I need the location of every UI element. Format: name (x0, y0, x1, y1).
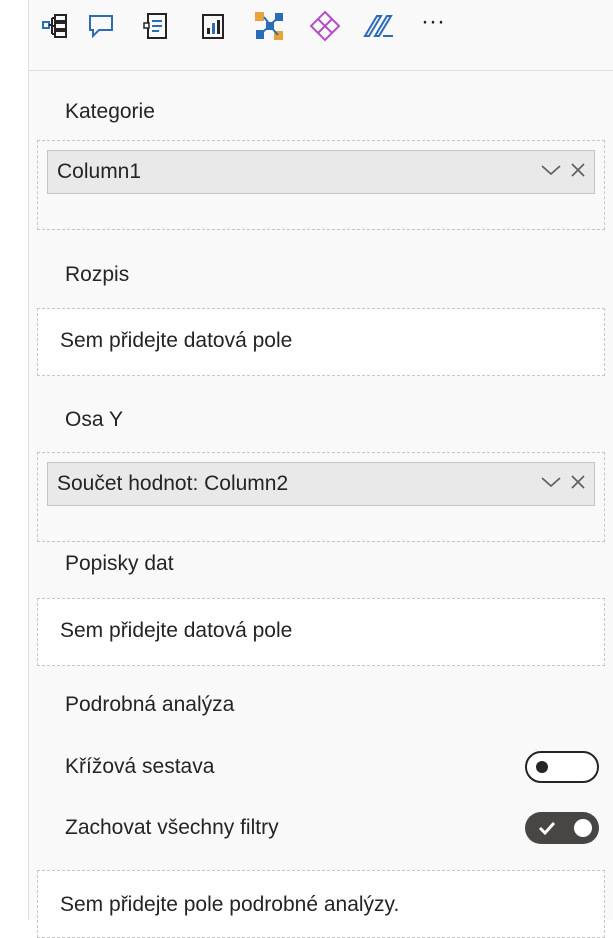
osa-y-well[interactable]: Součet hodnot: Column2 (37, 452, 605, 542)
drillthrough-heading: Podrobná analýza (65, 693, 235, 716)
popisky-dat-well[interactable]: Sem přidejte datová pole (37, 598, 605, 666)
kategorie-field-name: Column1 (57, 160, 142, 183)
popisky-dat-placeholder: Sem přidejte datová pole (60, 619, 293, 642)
cross-report-label: Křížová sestava (65, 755, 215, 778)
canvas-edge (0, 0, 29, 920)
chevron-down-icon[interactable] (540, 163, 562, 182)
toggle-knob (574, 819, 592, 837)
keep-filters-label: Zachovat všechny filtry (65, 816, 279, 839)
chevrons-visual-icon[interactable] (361, 6, 397, 46)
popisky-dat-label: Popisky dat (65, 552, 174, 575)
osa-y-field-name: Součet hodnot: Column2 (57, 472, 289, 495)
toggle-knob (536, 761, 548, 773)
drillthrough-placeholder: Sem přidejte pole podrobné analýzy. (60, 893, 400, 916)
more-options-icon[interactable]: ··· (415, 2, 451, 42)
kategorie-label: Kategorie (65, 100, 155, 123)
speech-bubble-icon[interactable] (83, 6, 119, 46)
kategorie-field-pill[interactable]: Column1 (47, 150, 595, 194)
rozpis-label: Rozpis (65, 263, 130, 286)
hierarchy-icon[interactable] (37, 6, 73, 46)
keep-filters-toggle[interactable] (525, 812, 599, 844)
drillthrough-well[interactable]: Sem přidejte pole podrobné analýzy. (37, 870, 605, 938)
chevron-down-icon[interactable] (540, 475, 562, 494)
osa-y-label: Osa Y (65, 408, 123, 431)
custom-visual-icon[interactable] (251, 6, 287, 46)
remove-field-icon[interactable] (570, 474, 586, 495)
remove-field-icon[interactable] (570, 162, 586, 183)
chart-document-icon[interactable] (195, 6, 231, 46)
checkmark-icon (538, 821, 556, 836)
rozpis-well[interactable]: Sem přidejte datová pole (37, 308, 605, 376)
osa-y-field-pill[interactable]: Součet hodnot: Column2 (47, 462, 595, 506)
cross-report-toggle[interactable] (525, 751, 599, 783)
diamond-visual-icon[interactable] (307, 6, 343, 46)
text-document-icon[interactable] (139, 6, 175, 46)
kategorie-well[interactable]: Column1 (37, 140, 605, 230)
rozpis-placeholder: Sem přidejte datová pole (60, 329, 293, 352)
visual-gallery-toolbar: ··· (29, 0, 613, 71)
visualizations-pane: ··· Kategorie Column1 Rozpis Sem přidejt… (29, 0, 613, 938)
